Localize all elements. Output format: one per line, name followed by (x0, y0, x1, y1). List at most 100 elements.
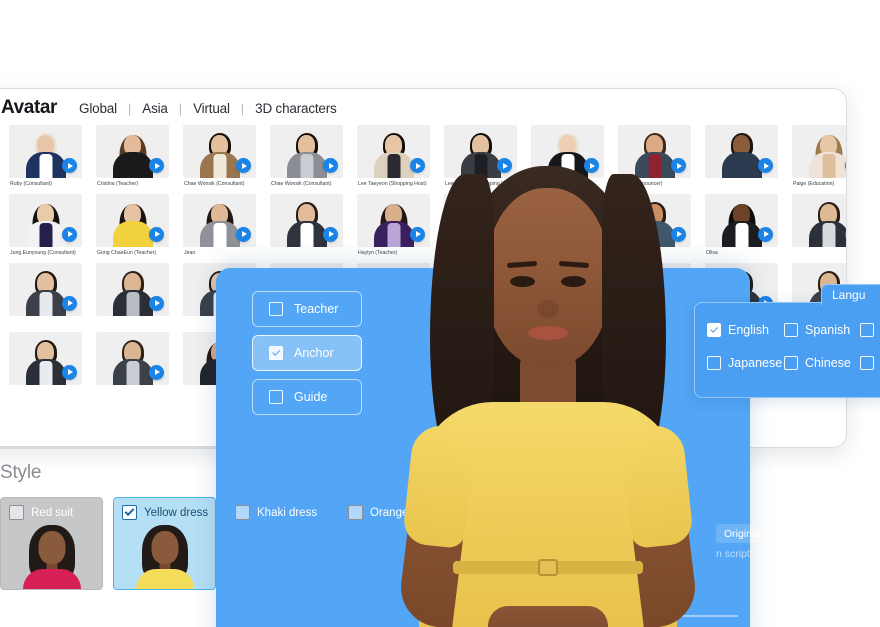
avatar-card[interactable] (9, 262, 82, 326)
pause-duration-value: 0.5s (871, 527, 880, 540)
avatar-card[interactable] (96, 331, 169, 389)
play-icon[interactable] (758, 158, 773, 173)
play-icon[interactable] (236, 158, 251, 173)
library-bottom-edge (0, 446, 216, 449)
library-tabs: Global | Asia | Virtual | 3D characters (79, 101, 337, 116)
checkbox-guide[interactable] (269, 390, 283, 404)
play-icon[interactable] (62, 158, 77, 173)
language-option[interactable]: Ru (860, 356, 880, 370)
checkbox-style[interactable] (348, 505, 363, 520)
avatar-label (9, 385, 82, 389)
avatar-card[interactable] (705, 125, 778, 188)
checkbox-style[interactable] (9, 505, 24, 520)
script-input-placeholder[interactable]: n script (716, 548, 750, 560)
play-icon[interactable] (236, 226, 251, 242)
avatar-card[interactable]: Ruby (Consultant) (9, 125, 82, 188)
avatar-card[interactable]: Paige (Education) (792, 125, 846, 188)
language-option[interactable]: Ko (860, 323, 880, 337)
style-card-label: Yellow dress (144, 506, 209, 519)
avatar-thumbnail[interactable] (96, 125, 169, 178)
avatar-card[interactable]: Olisa (705, 193, 778, 257)
avatar-thumbnail[interactable] (96, 262, 169, 316)
play-icon[interactable] (149, 295, 164, 311)
checkbox-style[interactable] (122, 505, 137, 520)
avatar-thumbnail[interactable] (792, 193, 846, 247)
role-option-anchor[interactable]: Anchor (252, 335, 362, 371)
play-icon[interactable] (149, 364, 164, 380)
avatar-card[interactable]: Chae Wonsik (Consultant) (183, 125, 256, 188)
avatar-label: Chae Wonsik (Consultant) (271, 181, 332, 187)
avatar-thumbnail[interactable] (792, 125, 846, 178)
tab-asia[interactable]: Asia (142, 101, 168, 116)
avatar-label: Paige (Education) (793, 181, 835, 187)
avatar-thumbnail[interactable] (9, 193, 82, 247)
avatar-thumbnail[interactable] (183, 125, 256, 178)
language-option[interactable]: Spanish (784, 323, 860, 337)
avatar-card[interactable]: Jean (183, 193, 256, 257)
play-icon[interactable] (62, 295, 77, 311)
style-card[interactable]: Yellow dress (113, 497, 216, 590)
style-card[interactable]: Red suit (0, 497, 103, 590)
checkbox-style[interactable] (235, 505, 250, 520)
page-title: Avatar (1, 97, 58, 118)
role-option-teacher[interactable]: Teacher (252, 291, 362, 327)
tab-3d-characters[interactable]: 3D characters (255, 101, 337, 116)
avatar-thumbnail[interactable] (183, 193, 256, 247)
checkbox-language[interactable] (784, 323, 798, 337)
play-icon[interactable] (323, 226, 338, 242)
avatar-thumbnail[interactable] (96, 331, 169, 385)
avatar-card[interactable]: Gong ChaeEun (Teacher) (96, 193, 169, 257)
avatar-label (705, 178, 778, 182)
language-option-label: Spanish (805, 323, 851, 337)
checkbox-language[interactable] (860, 356, 874, 370)
avatar-card[interactable]: Chae Wonsik (Consultant) (270, 125, 343, 188)
avatar-thumbnail[interactable] (270, 193, 343, 247)
avatar-card[interactable] (9, 331, 82, 389)
avatar-label (792, 247, 846, 251)
play-icon[interactable] (62, 364, 77, 380)
checkbox-language[interactable] (860, 323, 874, 337)
avatar-label (96, 385, 169, 389)
language-option[interactable]: English (707, 323, 784, 337)
avatar-thumbnail[interactable] (96, 193, 169, 247)
role-option-label: Anchor (294, 346, 334, 360)
play-icon[interactable] (149, 158, 164, 173)
avatar-thumbnail[interactable] (705, 193, 778, 247)
language-option[interactable]: Japanese (707, 356, 784, 370)
avatar-label: Jung Eunyoung (Consultant) (10, 249, 76, 256)
checkbox-language[interactable] (707, 356, 721, 370)
avatar-thumbnail[interactable] (9, 331, 82, 385)
avatar-card[interactable] (270, 193, 343, 257)
language-option-label: Chinese (805, 356, 851, 370)
avatar-thumbnail[interactable] (9, 125, 82, 178)
checkbox-anchor[interactable] (269, 346, 283, 360)
language-option[interactable]: Chinese (784, 356, 860, 370)
play-icon[interactable] (323, 158, 338, 173)
checkbox-language[interactable] (784, 356, 798, 370)
tab-separator: | (240, 101, 245, 116)
avatar-thumbnail[interactable] (9, 262, 82, 316)
play-icon[interactable] (149, 226, 164, 242)
pause-duration-control[interactable]: 0.5s (848, 524, 880, 543)
tab-global[interactable]: Global (79, 101, 117, 116)
language-panel-tab: Langu (821, 284, 880, 305)
avatar-thumbnail[interactable] (705, 125, 778, 178)
avatar-card[interactable] (792, 193, 846, 257)
language-option-label: English (728, 323, 769, 337)
voice-preview-icon[interactable] (826, 528, 837, 539)
tab-virtual[interactable]: Virtual (193, 101, 230, 116)
checkbox-teacher[interactable] (269, 302, 283, 316)
voice-selector[interactable]: Original Voice (716, 524, 842, 543)
play-icon[interactable] (62, 226, 77, 242)
checkbox-language[interactable] (707, 323, 721, 337)
tab-separator: | (127, 101, 132, 116)
avatar-card[interactable]: Jung Eunyoung (Consultant) (9, 193, 82, 257)
avatar-card[interactable] (96, 262, 169, 326)
avatar-thumbnail[interactable] (270, 125, 343, 178)
avatar-label: Ruby (Consultant) (10, 181, 52, 187)
avatar-card[interactable]: Cristina (Teacher) (96, 125, 169, 188)
avatar-label: Cristina (Teacher) (97, 181, 138, 187)
role-option-guide[interactable]: Guide (252, 379, 362, 415)
play-icon[interactable] (758, 226, 773, 242)
tab-separator: | (178, 101, 183, 116)
